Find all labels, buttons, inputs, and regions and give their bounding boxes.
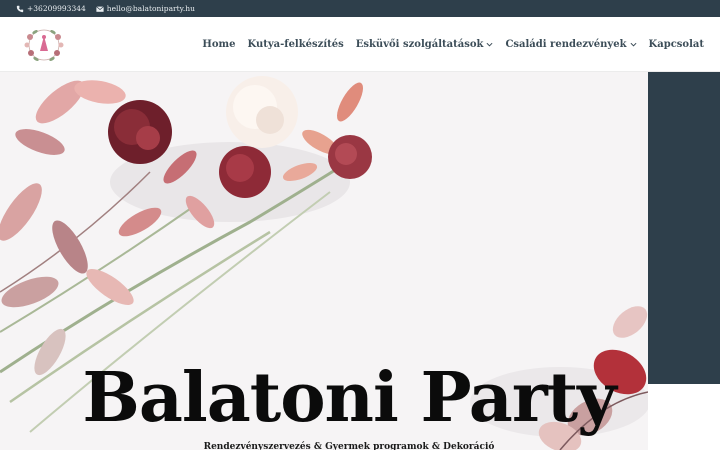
site-logo[interactable] [16,25,72,65]
nav-item-home[interactable]: Home [202,39,235,50]
floral-wreath-logo [24,29,64,61]
nav-item-label: Home [202,39,236,50]
nav-item-csaladi-rendezvenyek[interactable]: Családi rendezvények [505,39,637,50]
nav-item-label: Kapcsolat [648,39,704,50]
nav-item-label: Kutya-felkészítés [247,39,344,50]
phone-contact[interactable]: +36209993344 [16,4,86,13]
nav-item-label: Családi rendezvények [505,39,627,50]
site-header: Home Kutya-felkészítés Esküvői szolgálta… [0,17,720,72]
accent-side-panel [648,72,720,384]
hero-subtitle: Rendezvényszervezés & Gyermek programok … [203,442,495,450]
top-info-bar: +36209993344 hello@balatoniparty.hu [0,0,720,17]
hero-title: Balatoni Party [82,358,616,438]
chevron-down-icon [630,42,637,47]
chevron-down-icon [486,42,493,47]
nav-item-label: Esküvői szolgáltatások [355,39,484,50]
main-navigation: Home Kutya-felkészítés Esküvői szolgálta… [202,17,704,72]
nav-item-kutya-felkeszites[interactable]: Kutya-felkészítés [247,39,343,50]
envelope-icon [95,5,104,12]
phone-icon [16,5,24,12]
hero-banner: Balatoni Party Rendezvényszervezés & Gye… [0,72,648,450]
email-contact[interactable]: hello@balatoniparty.hu [95,4,195,13]
nav-item-eskuvoi-szolgaltatasok[interactable]: Esküvői szolgáltatások [356,39,494,50]
side-panel-gap [648,384,720,450]
phone-number[interactable]: +36209993344 [27,4,86,13]
nav-item-kapcsolat[interactable]: Kapcsolat [649,39,704,50]
email-address[interactable]: hello@balatoniparty.hu [107,4,195,13]
